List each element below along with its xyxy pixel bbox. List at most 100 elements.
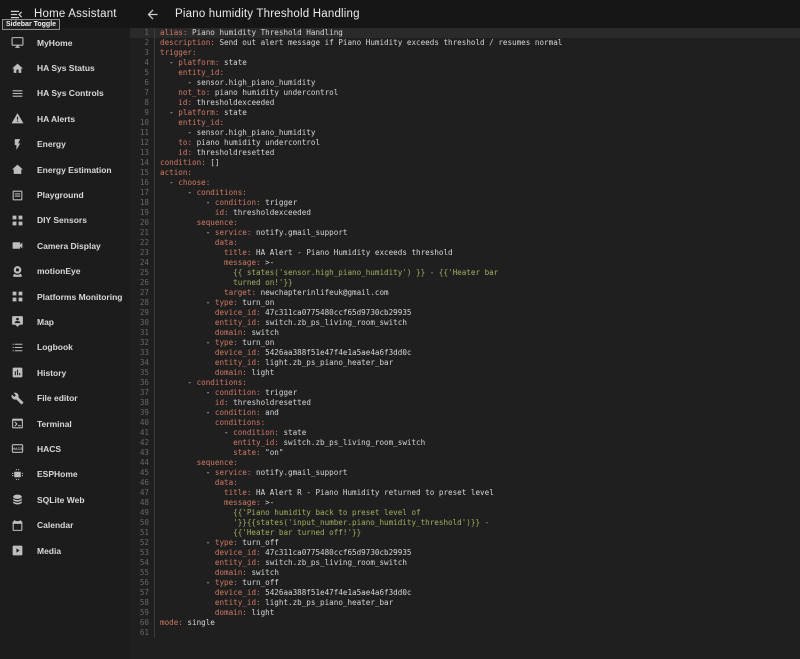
code-line[interactable]: 39 - condition: and bbox=[130, 408, 800, 418]
code-line[interactable]: 34 entity_id: light.zb_ps_piano_heater_b… bbox=[130, 358, 800, 368]
chart-icon bbox=[11, 366, 24, 379]
sidebar-item-energy[interactable]: Energy bbox=[0, 132, 130, 157]
code-line[interactable]: 52 - type: turn_off bbox=[130, 538, 800, 548]
code-line[interactable]: 40 conditions: bbox=[130, 418, 800, 428]
sidebar-item-motioneye[interactable]: motionEye bbox=[0, 259, 130, 284]
code-line[interactable]: 18 - condition: trigger bbox=[130, 198, 800, 208]
sidebar-item-energy-estimation[interactable]: Energy Estimation bbox=[0, 157, 130, 182]
sidebar-item-file-editor[interactable]: File editor bbox=[0, 385, 130, 410]
chip-icon bbox=[11, 468, 24, 481]
line-number: 15 bbox=[130, 168, 155, 178]
code-line[interactable]: 14 condition: [] bbox=[130, 158, 800, 168]
line-number: 13 bbox=[130, 148, 155, 158]
sidebar-item-esphome[interactable]: ESPHome bbox=[0, 462, 130, 487]
code-line[interactable]: 26 turned on!'}} bbox=[130, 278, 800, 288]
line-number: 60 bbox=[130, 618, 155, 628]
sidebar-item-ha-alerts[interactable]: HA Alerts bbox=[0, 106, 130, 131]
code-text: - type: turn_off bbox=[160, 578, 279, 587]
code-line[interactable]: 51 {{'Heater bar turned off!'}} bbox=[130, 528, 800, 538]
code-line[interactable]: 44 sequence: bbox=[130, 458, 800, 468]
menu-icon bbox=[11, 87, 24, 100]
code-line[interactable]: 4 - platform: state bbox=[130, 58, 800, 68]
code-line[interactable]: 50 '}}{{states('input_number.piano_humid… bbox=[130, 518, 800, 528]
line-number: 41 bbox=[130, 428, 155, 438]
sidebar-item-calendar[interactable]: Calendar bbox=[0, 512, 130, 537]
code-line[interactable]: 29 device_id: 47c311ca0775480ccf65d9730c… bbox=[130, 308, 800, 318]
code-line[interactable]: 16 - choose: bbox=[130, 178, 800, 188]
code-line[interactable]: 15 action: bbox=[130, 168, 800, 178]
code-line[interactable]: 45 - service: notify.gmail_support bbox=[130, 468, 800, 478]
code-line[interactable]: 59 domain: light bbox=[130, 608, 800, 618]
code-line[interactable]: 20 sequence: bbox=[130, 218, 800, 228]
code-line[interactable]: 1 alias: Piano humidity Threshold Handli… bbox=[130, 28, 800, 38]
code-line[interactable]: 46 data: bbox=[130, 478, 800, 488]
code-line[interactable]: 33 device_id: 5426aa388f51e47f4e1a5ae4a6… bbox=[130, 348, 800, 358]
code-line[interactable]: 8 id: thresholdexceeded bbox=[130, 98, 800, 108]
code-line[interactable]: 36 - conditions: bbox=[130, 378, 800, 388]
sidebar-item-terminal[interactable]: Terminal bbox=[0, 411, 130, 436]
line-number: 14 bbox=[130, 158, 155, 168]
sidebar-item-camera-display[interactable]: Camera Display bbox=[0, 233, 130, 258]
webcam-icon bbox=[11, 265, 24, 278]
code-line[interactable]: 25 {{ states('sensor.high_piano_humidity… bbox=[130, 268, 800, 278]
sidebar-item-playground[interactable]: Playground bbox=[0, 182, 130, 207]
code-line[interactable]: 42 entity_id: switch.zb_ps_living_room_s… bbox=[130, 438, 800, 448]
sidebar-item-sqlite-web[interactable]: SQLite Web bbox=[0, 487, 130, 512]
code-line[interactable]: 22 data: bbox=[130, 238, 800, 248]
code-line[interactable]: 53 device_id: 47c311ca0775480ccf65d9730c… bbox=[130, 548, 800, 558]
code-line[interactable]: 56 - type: turn_off bbox=[130, 578, 800, 588]
code-line[interactable]: 3 trigger: bbox=[130, 48, 800, 58]
code-line[interactable]: 61 bbox=[130, 628, 800, 638]
code-line[interactable]: 7 not_to: piano humidity undercontrol bbox=[130, 88, 800, 98]
code-line[interactable]: 55 domain: switch bbox=[130, 568, 800, 578]
code-line[interactable]: 19 id: thresholdexceeded bbox=[130, 208, 800, 218]
sidebar-item-hacs[interactable]: HACS HACS bbox=[0, 436, 130, 461]
yaml-editor[interactable]: 1 alias: Piano humidity Threshold Handli… bbox=[130, 28, 800, 659]
sidebar-item-map[interactable]: Map bbox=[0, 309, 130, 334]
code-line[interactable]: 30 entity_id: switch.zb_ps_living_room_s… bbox=[130, 318, 800, 328]
code-line[interactable]: 17 - conditions: bbox=[130, 188, 800, 198]
code-text: {{'Piano humidity back to preset level o… bbox=[160, 508, 421, 517]
code-text: {{'Heater bar turned off!'}} bbox=[160, 528, 362, 537]
code-line[interactable]: 28 - type: turn_on bbox=[130, 298, 800, 308]
code-line[interactable]: 47 title: HA Alert R - Piano Humidity re… bbox=[130, 488, 800, 498]
code-line[interactable]: 6 - sensor.high_piano_humidity bbox=[130, 78, 800, 88]
code-line[interactable]: 12 to: piano humidity undercontrol bbox=[130, 138, 800, 148]
code-line[interactable]: 9 - platform: state bbox=[130, 108, 800, 118]
code-line[interactable]: 35 domain: light bbox=[130, 368, 800, 378]
code-line[interactable]: 54 entity_id: switch.zb_ps_living_room_s… bbox=[130, 558, 800, 568]
code-line[interactable]: 43 state: "on" bbox=[130, 448, 800, 458]
code-line[interactable]: 32 - type: turn_on bbox=[130, 338, 800, 348]
code-line[interactable]: 37 - condition: trigger bbox=[130, 388, 800, 398]
code-line[interactable]: 27 target: newchapterinlifeuk@gmail.com bbox=[130, 288, 800, 298]
line-number: 44 bbox=[130, 458, 155, 468]
code-line[interactable]: 21 - service: notify.gmail_support bbox=[130, 228, 800, 238]
code-line[interactable]: 13 id: thresholdresetted bbox=[130, 148, 800, 158]
code-line[interactable]: 23 title: HA Alert - Piano Humidity exce… bbox=[130, 248, 800, 258]
sidebar-item-ha-sys-status[interactable]: HA Sys Status bbox=[0, 55, 130, 80]
code-line[interactable]: 2 description: Send out alert message if… bbox=[130, 38, 800, 48]
line-number: 55 bbox=[130, 568, 155, 578]
code-line[interactable]: 5 entity_id: bbox=[130, 68, 800, 78]
grid-icon bbox=[11, 290, 24, 303]
sidebar-item-media[interactable]: Media bbox=[0, 538, 130, 563]
sidebar-item-platforms-monitoring[interactable]: Platforms Monitoring bbox=[0, 284, 130, 309]
code-line[interactable]: 57 device_id: 5426aa388f51e47f4e1a5ae4a6… bbox=[130, 588, 800, 598]
sidebar-item-logbook[interactable]: Logbook bbox=[0, 335, 130, 360]
code-line[interactable]: 49 {{'Piano humidity back to preset leve… bbox=[130, 508, 800, 518]
sidebar-item-diy-sensors[interactable]: DIY Sensors bbox=[0, 208, 130, 233]
line-number: 5 bbox=[130, 68, 155, 78]
code-line[interactable]: 48 message: >- bbox=[130, 498, 800, 508]
code-line[interactable]: 24 message: >- bbox=[130, 258, 800, 268]
sidebar-item-history[interactable]: History bbox=[0, 360, 130, 385]
sidebar-item-myhome[interactable]: MyHome bbox=[0, 30, 130, 55]
sidebar-item-ha-sys-controls[interactable]: HA Sys Controls bbox=[0, 81, 130, 106]
code-line[interactable]: 38 id: thresholdresetted bbox=[130, 398, 800, 408]
back-button[interactable] bbox=[145, 7, 160, 22]
code-line[interactable]: 11 - sensor.high_piano_humidity bbox=[130, 128, 800, 138]
code-line[interactable]: 60 mode: single bbox=[130, 618, 800, 628]
code-line[interactable]: 41 - condition: state bbox=[130, 428, 800, 438]
code-line[interactable]: 58 entity_id: light.zb_ps_piano_heater_b… bbox=[130, 598, 800, 608]
code-line[interactable]: 31 domain: switch bbox=[130, 328, 800, 338]
code-line[interactable]: 10 entity_id: bbox=[130, 118, 800, 128]
